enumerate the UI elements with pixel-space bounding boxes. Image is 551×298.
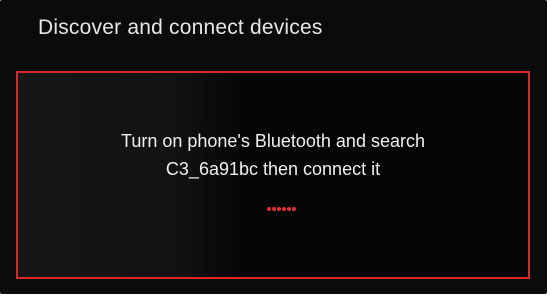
page-title: Discover and connect devices <box>38 16 323 39</box>
loading-dot <box>287 207 291 211</box>
loading-dot <box>267 207 271 211</box>
loading-dot <box>272 207 276 211</box>
pairing-instructions: Turn on phone's Bluetooth and search C3_… <box>18 127 528 183</box>
loading-dots-icon <box>267 207 296 213</box>
loading-dot <box>282 207 286 211</box>
instruction-line-2: C3_6a91bc then connect it <box>165 159 381 179</box>
instruction-line-1: Turn on phone's Bluetooth and search <box>121 131 425 151</box>
loading-dot <box>277 207 281 211</box>
pairing-dialog: Turn on phone's Bluetooth and search C3_… <box>16 71 530 279</box>
loading-dot <box>292 207 296 211</box>
bluetooth-pairing-screen: Discover and connect devices Turn on pho… <box>0 0 547 294</box>
